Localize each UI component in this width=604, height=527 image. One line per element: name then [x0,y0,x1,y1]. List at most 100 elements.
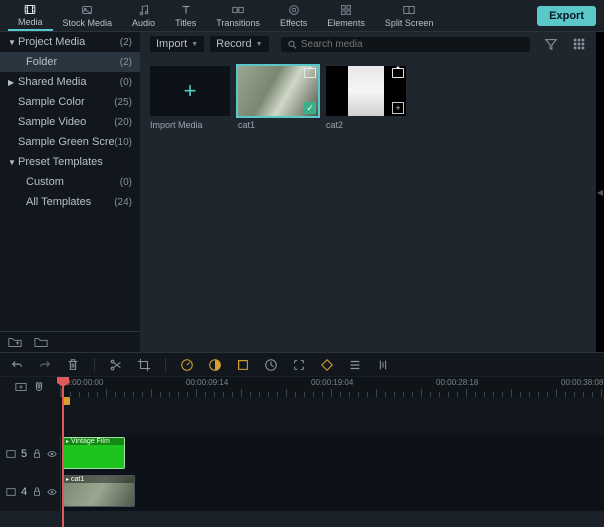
track-number: 4 [21,486,27,498]
media-label: cat2 [326,120,406,130]
sidebar-item-count: (2) [120,57,132,68]
import-dropdown[interactable]: Import▼ [150,36,204,52]
tab-effects[interactable]: Effects [270,1,317,31]
check-icon: ✓ [304,102,316,114]
tab-label: Transitions [216,18,260,28]
tab-label: Elements [327,18,365,28]
crop-button[interactable] [137,358,151,372]
audio-mixer-button[interactable] [376,358,390,372]
clip-label: Vintage Film [64,438,124,445]
sidebar-item-label: Custom [26,176,120,188]
sidebar-item-label: All Templates [26,196,114,208]
sidebar-item-label: Preset Templates [18,156,132,168]
effects-icon [287,3,301,17]
timeline-panel: 00:00:00:0000:00:09:1400:00:19:0400:00:2… [0,352,604,511]
clip-label: cat1 [64,476,134,483]
tab-label: Titles [175,18,196,28]
delete-button[interactable] [66,358,80,372]
eye-icon[interactable] [47,449,57,459]
chevron-down-icon: ▼ [256,41,263,48]
sidebar-item-sample-color[interactable]: Sample Color (25) [0,92,140,112]
sidebar-item-count: (0) [120,77,132,88]
tab-split-screen[interactable]: Split Screen [375,1,444,31]
media-content-panel: Import▼ Record▼ + Import Media ✓ [140,32,596,352]
video-badge-icon [304,68,316,78]
tab-stock-media[interactable]: Stock Media [53,1,123,31]
timeline-ruler[interactable]: 00:00:00:0000:00:09:1400:00:19:0400:00:2… [60,377,604,397]
tab-label: Split Screen [385,18,434,28]
folder-icon[interactable] [34,336,48,348]
video-track-icon [6,487,16,497]
search-input[interactable] [301,39,524,50]
timeline-track-4: 4 cat1 [0,473,604,511]
search-icon [287,39,297,50]
list-button[interactable] [348,358,362,372]
sidebar-item-sample-green-screen[interactable]: Sample Green Screen (10) [0,132,140,152]
keyframe-button[interactable] [320,358,334,372]
transition-icon [231,3,245,17]
tab-label: Audio [132,18,155,28]
expand-button[interactable] [292,358,306,372]
sidebar-item-label: Sample Color [18,96,114,108]
magnet-icon[interactable] [33,381,45,393]
tab-label: Media [18,17,43,27]
color-button[interactable] [208,358,222,372]
sidebar-item-folder[interactable]: Folder (2) [0,52,140,72]
new-folder-icon[interactable] [8,336,22,348]
lock-icon[interactable] [32,487,42,497]
playhead[interactable] [62,377,64,527]
import-media-tile[interactable]: + Import Media [150,66,230,130]
media-item-cat1[interactable]: ✓ cat1 [238,66,318,130]
sidebar-item-label: Shared Media [18,76,120,88]
elements-icon [339,3,353,17]
cloud-icon [80,3,94,17]
sidebar-item-custom[interactable]: Custom (0) [0,172,140,192]
tab-audio[interactable]: Audio [122,1,165,31]
green-screen-button[interactable] [236,358,250,372]
timeline-body: 00:00:00:0000:00:09:1400:00:19:0400:00:2… [0,377,604,511]
sidebar-item-count: (20) [114,117,132,128]
split-button[interactable] [109,358,123,372]
speed-ramp-button[interactable] [264,358,278,372]
eye-icon[interactable] [47,487,57,497]
sidebar-item-sample-video[interactable]: Sample Video (20) [0,112,140,132]
speed-button[interactable] [180,358,194,372]
sidebar-item-label: Project Media [18,36,120,48]
sidebar-item-preset-templates[interactable]: ▼ Preset Templates [0,152,140,172]
media-item-cat2[interactable]: + cat2 [326,66,406,130]
filter-icon[interactable] [544,37,558,51]
redo-button[interactable] [38,358,52,372]
track-body[interactable]: Vintage Film [60,435,604,473]
sidebar-item-label: Folder [26,56,120,68]
undo-button[interactable] [10,358,24,372]
sidebar-item-label: Sample Video [18,116,114,128]
record-dropdown[interactable]: Record▼ [210,36,268,52]
sidebar-item-count: (25) [114,97,132,108]
film-icon [23,3,37,16]
search-wrap [281,37,530,52]
media-grid: + Import Media ✓ cat1 + cat [140,56,596,140]
panel-resize-handle[interactable]: ◀ [596,32,604,352]
chevron-down-icon: ▼ [8,158,18,167]
lock-icon[interactable] [32,449,42,459]
grid-view-icon[interactable] [572,37,586,51]
tab-transitions[interactable]: Transitions [206,1,270,31]
tab-elements[interactable]: Elements [317,1,375,31]
sidebar-item-project-media[interactable]: ▼ Project Media (2) [0,32,140,52]
sidebar-item-count: (10) [114,137,132,148]
media-label: Import Media [150,120,230,130]
sidebar-item-shared-media[interactable]: ▶ Shared Media (0) [0,72,140,92]
sidebar-item-all-templates[interactable]: All Templates (24) [0,192,140,212]
clip-cat1[interactable]: cat1 [63,475,135,507]
video-badge-icon [392,68,404,78]
tab-media[interactable]: Media [8,1,53,31]
tab-titles[interactable]: Titles [165,1,206,31]
split-icon [402,3,416,17]
add-track-icon[interactable] [15,381,27,393]
media-sidebar: ▼ Project Media (2) Folder (2) ▶ Shared … [0,32,140,352]
track-body[interactable]: cat1 [60,473,604,511]
export-button[interactable]: Export [537,6,596,26]
clip-vintage-film[interactable]: Vintage Film [63,437,125,469]
tab-label: Stock Media [63,18,113,28]
content-toolbar: Import▼ Record▼ [140,32,596,56]
